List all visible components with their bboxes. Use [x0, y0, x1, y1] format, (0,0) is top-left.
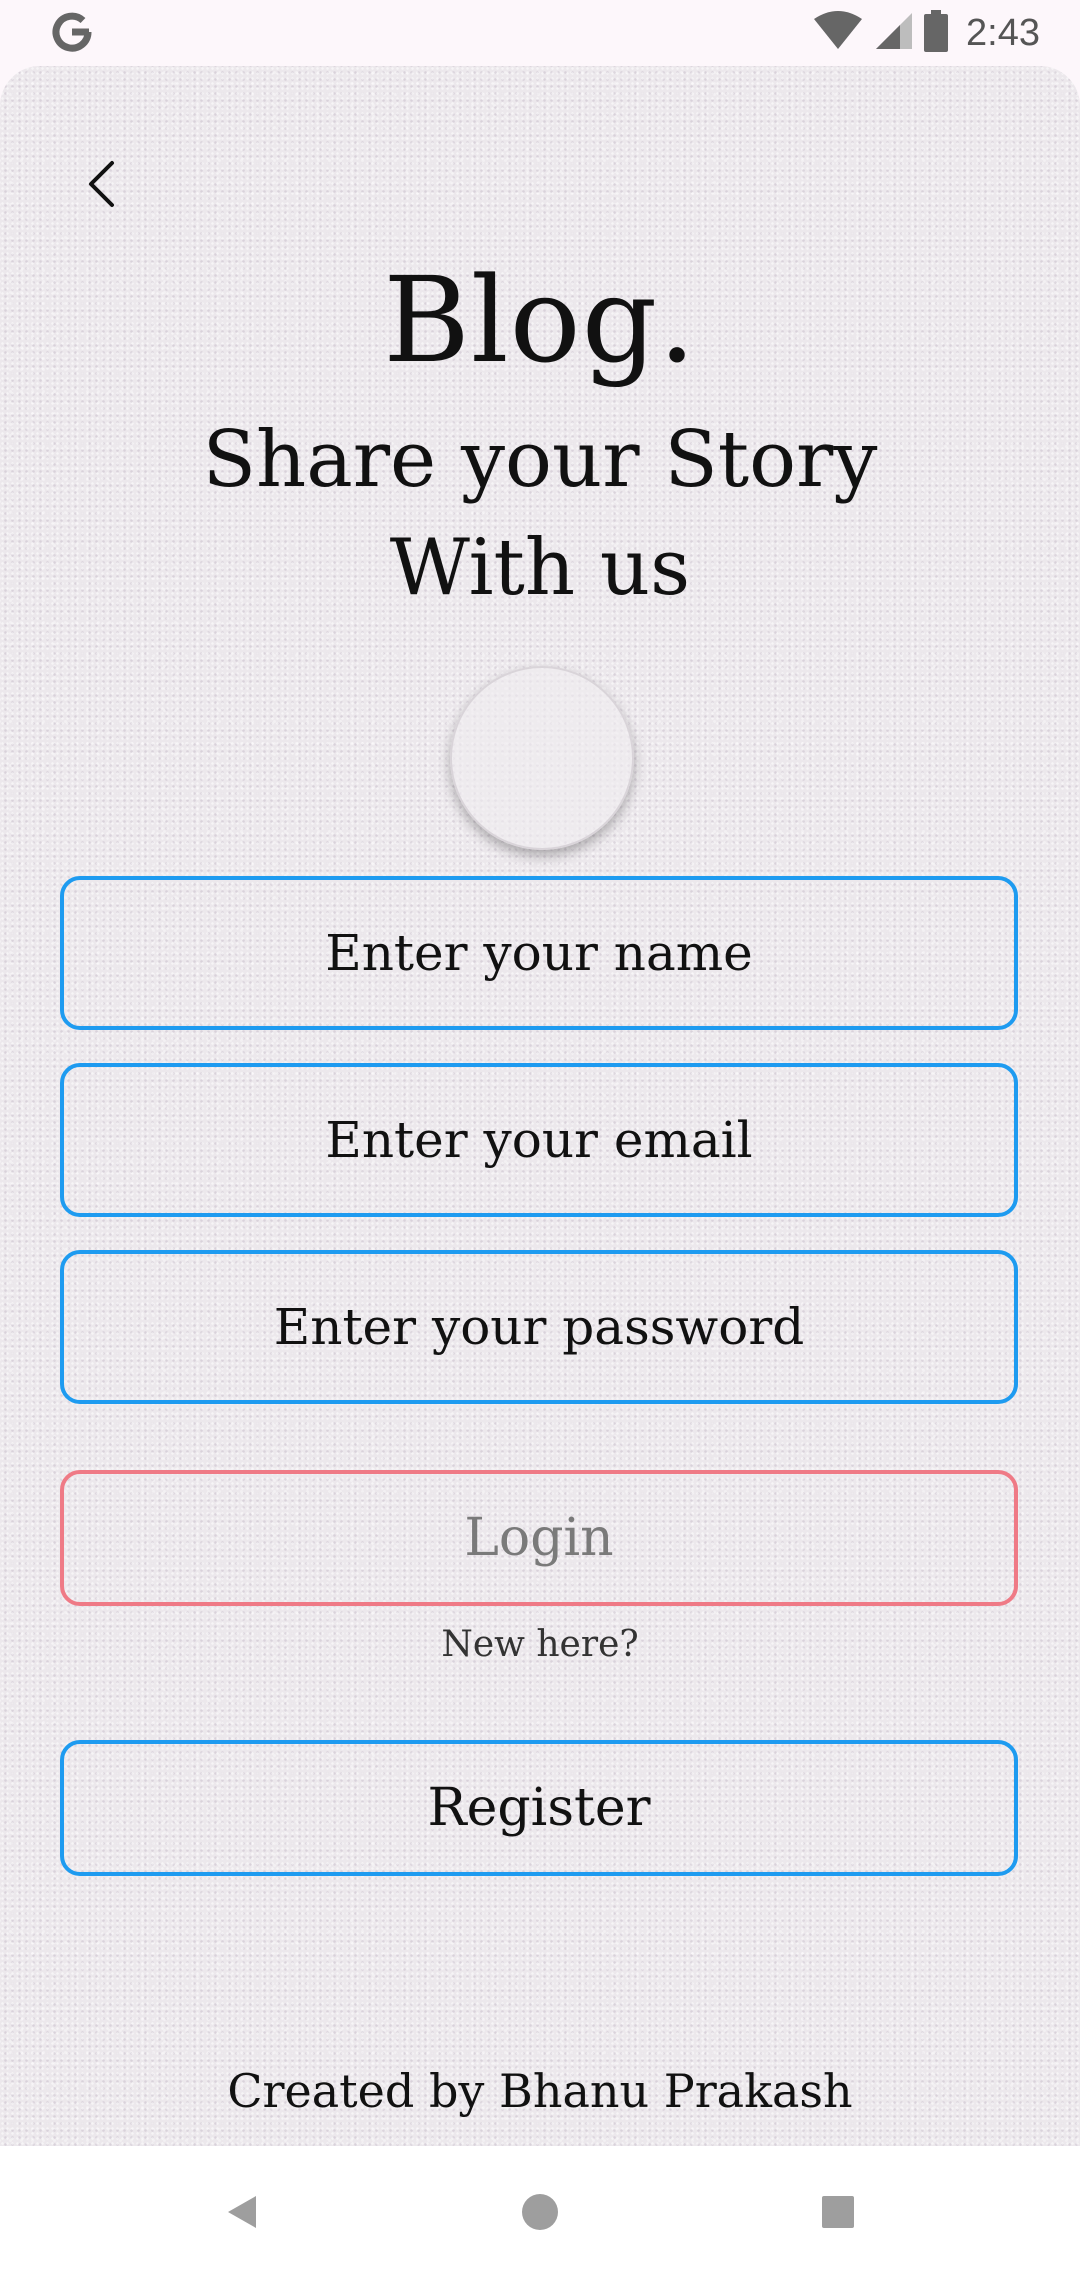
- main-content: Blog. Share your Story With us Login New…: [0, 66, 1080, 2146]
- chevron-left-icon: [86, 160, 116, 212]
- back-button[interactable]: [78, 156, 124, 216]
- status-icons: 2:43: [812, 8, 1040, 58]
- name-input[interactable]: [64, 879, 1014, 1027]
- nav-back-button[interactable]: [212, 2184, 272, 2244]
- name-field[interactable]: [60, 876, 1018, 1030]
- email-field[interactable]: [60, 1063, 1018, 1217]
- status-time: 2:43: [966, 11, 1040, 54]
- navigation-bar: [0, 2146, 1080, 2280]
- new-here-text: New here?: [441, 1624, 639, 1665]
- credits-text: Created by Bhanu Prakash: [227, 2064, 853, 2118]
- google-g-icon: [50, 10, 94, 54]
- nav-home-button[interactable]: [510, 2184, 570, 2244]
- nav-home-icon: [520, 2192, 560, 2236]
- password-field[interactable]: [60, 1250, 1018, 1404]
- app-title: Blog.: [383, 251, 697, 389]
- profile-image-picker[interactable]: [450, 666, 634, 850]
- login-button[interactable]: Login: [60, 1470, 1018, 1606]
- app-screen: 2:43 Blog. Share your Story With us Lo: [0, 0, 1080, 2280]
- tagline: Share your Story With us: [90, 406, 990, 622]
- nav-recents-icon: [818, 2192, 858, 2236]
- email-input[interactable]: [64, 1066, 1014, 1214]
- register-button[interactable]: Register: [60, 1740, 1018, 1876]
- tagline-line-2: With us: [389, 523, 691, 613]
- wifi-icon: [812, 11, 864, 55]
- tagline-line-1: Share your Story: [202, 415, 878, 505]
- battery-icon: [924, 10, 949, 56]
- nav-recents-button[interactable]: [808, 2184, 868, 2244]
- cell-signal-icon: [874, 11, 914, 55]
- password-input[interactable]: [64, 1253, 1014, 1401]
- status-bar: 2:43: [0, 0, 1080, 66]
- nav-back-icon: [222, 2192, 262, 2236]
